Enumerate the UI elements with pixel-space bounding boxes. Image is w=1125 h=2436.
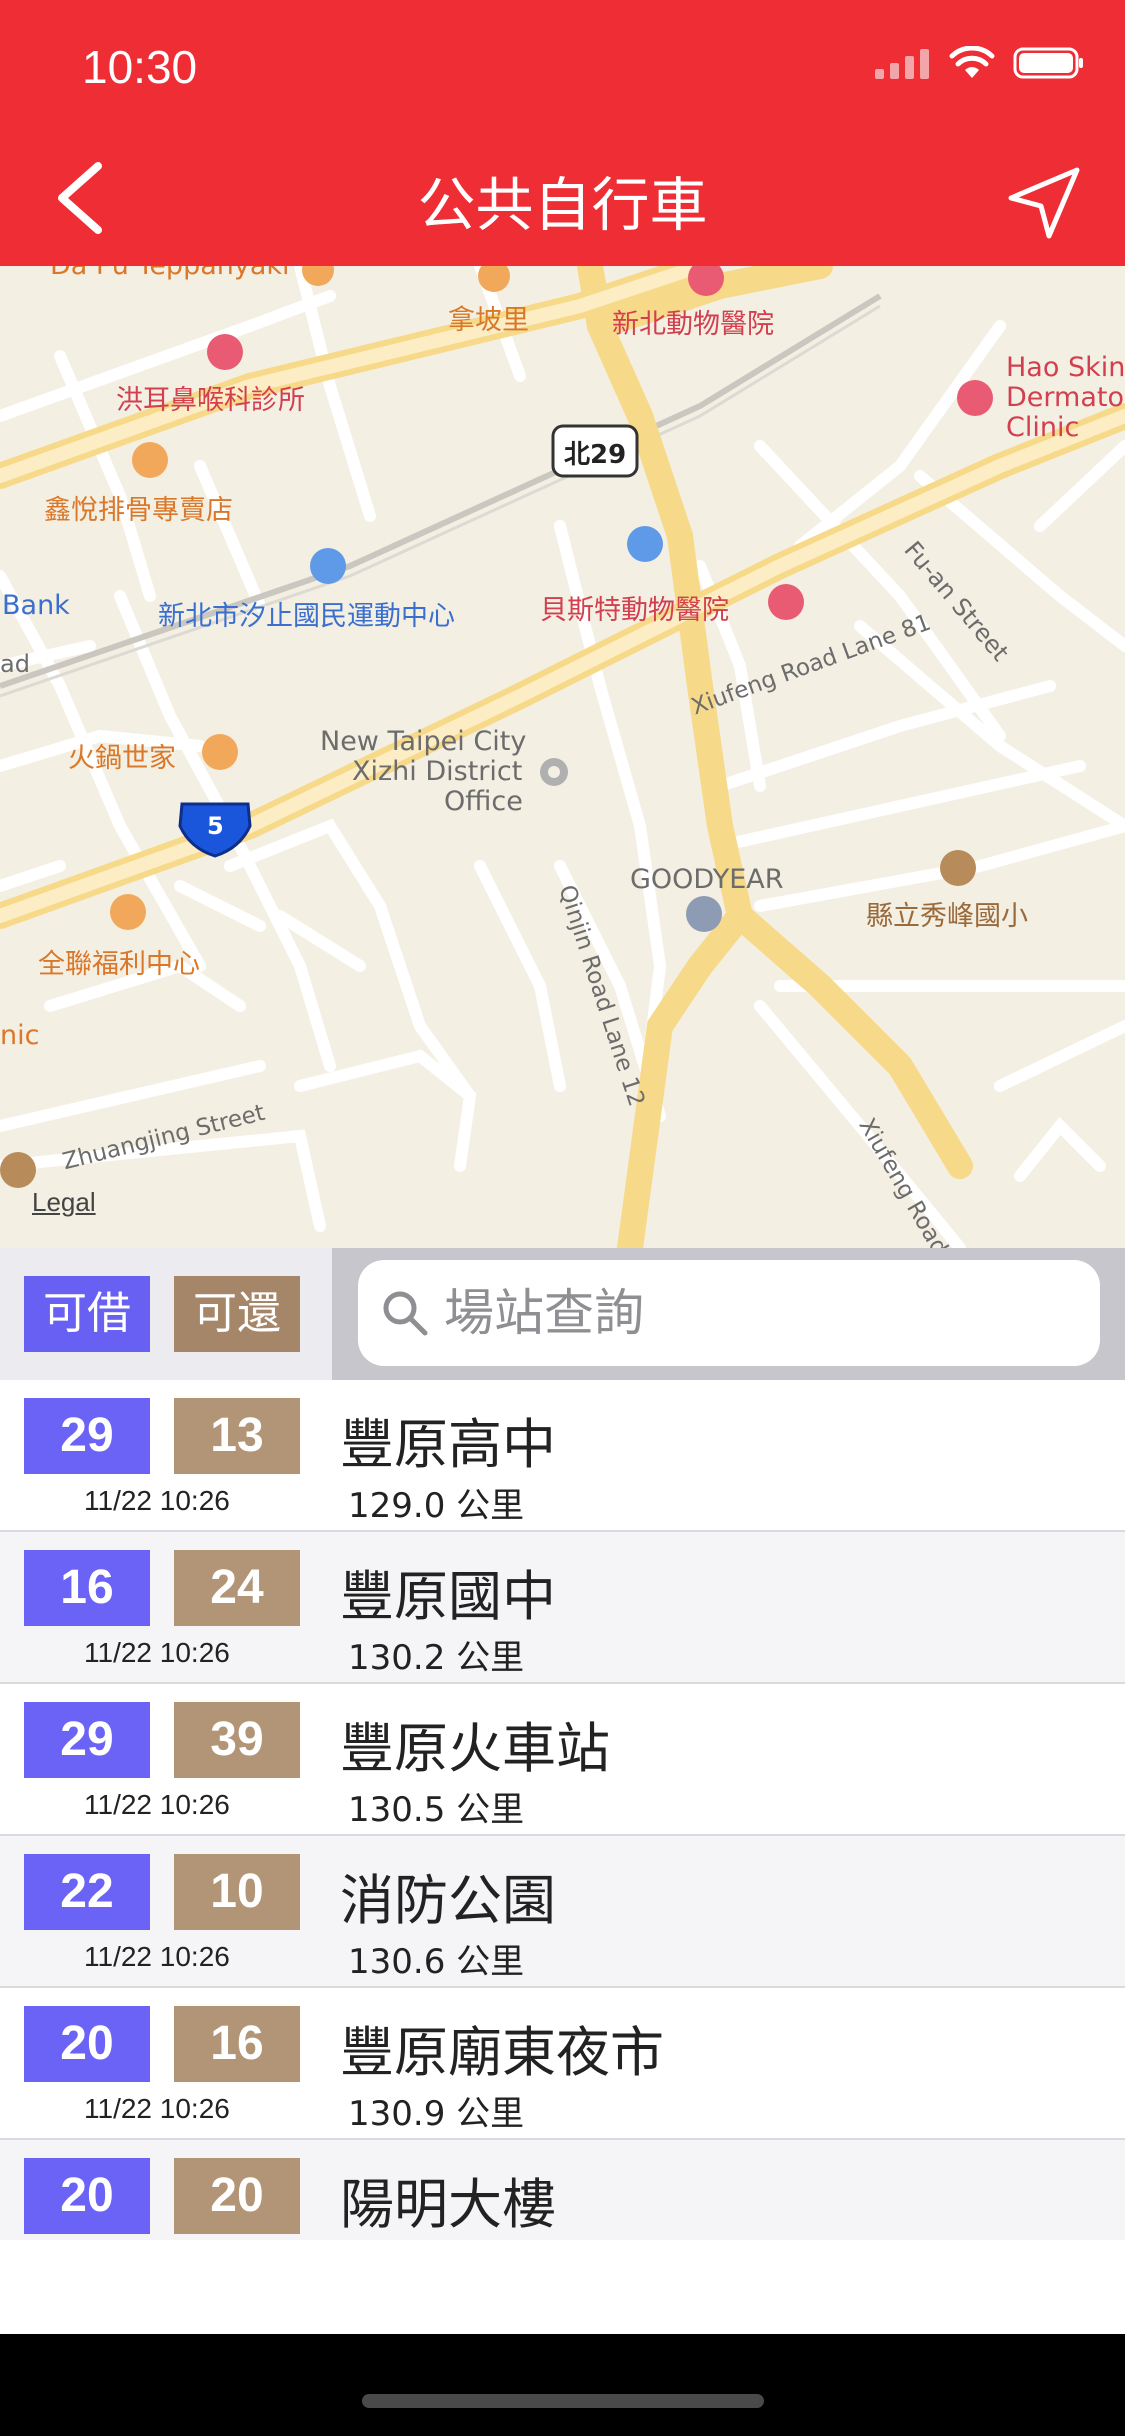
search-field[interactable] [358,1260,1100,1366]
nav-header: 10:30 公共自行車 [0,0,1125,266]
available-docks-badge: 24 [174,1550,300,1626]
station-row[interactable]: 29 39 11/22 10:26 豐原火車站 130.5 公里 [0,1684,1125,1836]
location-arrow-icon[interactable] [1005,162,1085,242]
station-name: 豐原火車站 [340,1717,610,1780]
station-name: 豐原國中 [340,1565,556,1628]
map-label: 新北市汐止國民運動中心 [158,601,455,632]
available-bikes-badge: 20 [24,2158,150,2234]
available-bikes-badge: 22 [24,1854,150,1930]
station-name: 消防公園 [340,1869,556,1932]
route-5-shield: 5 [207,812,224,840]
map-label: 新北動物醫院 [612,309,774,340]
map-label: Clinic [1006,412,1080,443]
map-label: 貝斯特動物醫院 [540,595,729,626]
status-icons [875,46,1085,80]
map-label: GOODYEAR [630,864,784,895]
map-label: 火鍋世家 [68,743,176,774]
station-name: 豐原廟東夜市 [340,2021,664,2084]
map-label: ad [0,650,30,678]
station-distance: 130.5 公里 [348,1790,525,1830]
filter-toolbar: 可借 可還 [0,1248,1125,1380]
map-label: Office [444,786,523,817]
cellular-signal-icon [875,49,929,79]
update-time: 11/22 10:26 [84,1941,230,1972]
available-bikes-badge: 29 [24,1398,150,1474]
available-docks-badge: 39 [174,1702,300,1778]
update-time: 11/22 10:26 [84,1789,230,1820]
map-label: 鑫悅排骨專賣店 [44,495,233,526]
map-label: Bank [2,590,70,621]
home-indicator[interactable] [362,2394,764,2408]
map-label: Dermato [1006,382,1124,413]
available-docks-badge: 13 [174,1398,300,1474]
map-label: Hao Skin [1006,352,1125,383]
station-name: 陽明大樓 [340,2173,556,2236]
station-name: 豐原高中 [340,1413,556,1476]
station-row[interactable]: 16 24 11/22 10:26 豐原國中 130.2 公里 [0,1532,1125,1684]
map-label: 拿坡里 [448,305,529,336]
station-list: 29 13 11/22 10:26 豐原高中 129.0 公里 16 24 11… [0,1380,1125,2240]
station-row[interactable]: 29 13 11/22 10:26 豐原高中 129.0 公里 [0,1380,1125,1532]
available-docks-badge: 16 [174,2006,300,2082]
borrow-legend-chip: 可借 [24,1276,150,1352]
battery-icon [1013,47,1083,79]
search-icon [383,1291,428,1336]
available-bikes-badge: 16 [24,1550,150,1626]
station-distance: 130.2 公里 [348,1638,525,1678]
map-label: New Taipei City [320,726,527,757]
map-label: 全聯福利中心 [38,949,200,980]
page-title: 公共自行車 [417,171,708,239]
station-row[interactable]: 20 16 11/22 10:26 豐原廟東夜市 130.9 公里 [0,1988,1125,2140]
map-label: Xizhi District [352,756,523,787]
search-input[interactable] [444,1260,1084,1366]
available-docks-badge: 20 [174,2158,300,2234]
update-time: 11/22 10:26 [84,1485,230,1516]
station-distance: 130.9 公里 [348,2094,525,2134]
map-label: nic [0,1020,40,1051]
available-docks-badge: 10 [174,1854,300,1930]
map-label: 洪耳鼻喉科診所 [116,385,305,416]
home-bar-area [0,2334,1125,2436]
map-label: 縣立秀峰國小 [866,901,1028,932]
return-legend-chip: 可還 [174,1276,300,1352]
station-distance: 130.6 公里 [348,1942,525,1982]
wifi-icon [949,46,995,78]
legend-area: 可借 可還 [0,1248,332,1380]
station-row[interactable]: 22 10 11/22 10:26 消防公園 130.6 公里 [0,1836,1125,1988]
update-time: 11/22 10:26 [84,2093,230,2124]
map-view[interactable]: Da Pu Teppanyaki 拿坡里 新北動物醫院 洪耳鼻喉科診所 Hao … [0,266,1125,1248]
update-time: 11/22 10:26 [84,1637,230,1668]
station-distance: 129.0 公里 [348,1486,525,1526]
map-legal-link[interactable]: Legal [32,1187,96,1218]
status-time: 10:30 [82,41,198,93]
map-label: Da Pu Teppanyaki [50,266,290,281]
route-sign-bei29: 北29 [564,440,627,470]
available-bikes-badge: 20 [24,2006,150,2082]
available-bikes-badge: 29 [24,1702,150,1778]
station-row[interactable]: 20 20 陽明大樓 [0,2140,1125,2240]
